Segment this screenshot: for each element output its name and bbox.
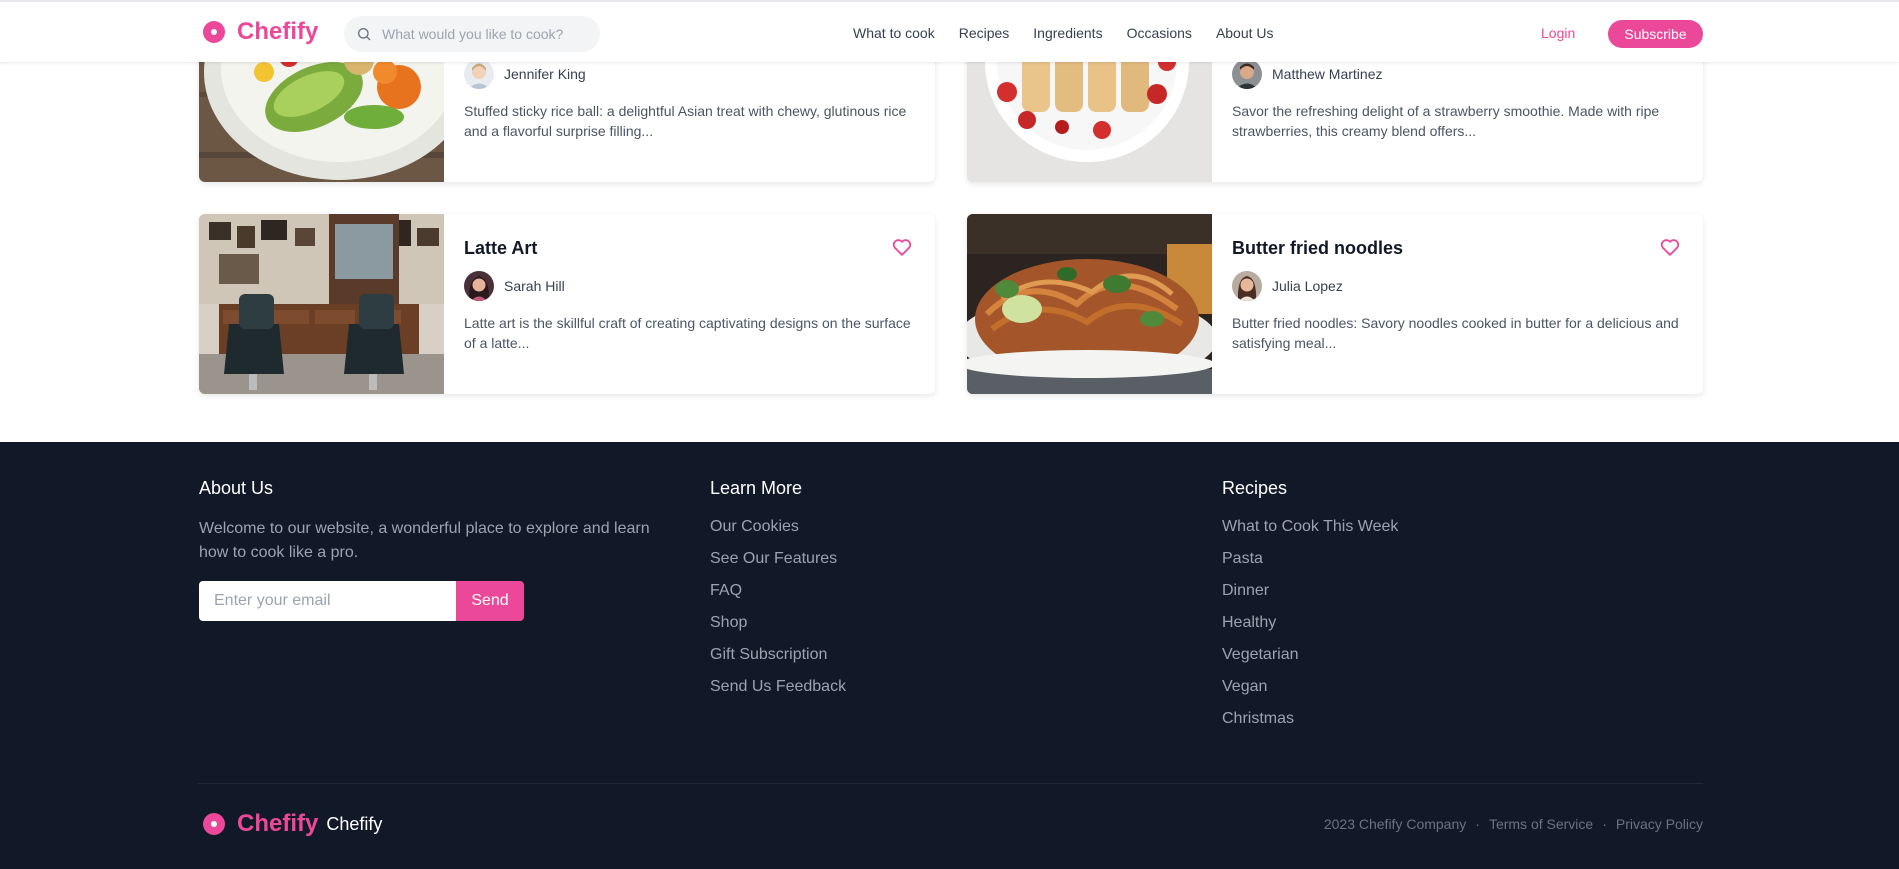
footer-link[interactable]: Healthy bbox=[1222, 613, 1398, 632]
card-title[interactable]: Latte Art bbox=[464, 238, 915, 259]
avatar bbox=[464, 59, 494, 89]
learn-more-links: Our Cookies See Our Features FAQ Shop Gi… bbox=[710, 517, 846, 696]
author: Matthew Martinez bbox=[1232, 59, 1683, 89]
author: Julia Lopez bbox=[1232, 271, 1683, 301]
author: Sarah Hill bbox=[464, 271, 915, 301]
author-name[interactable]: Jennifer King bbox=[504, 66, 586, 82]
footer-link[interactable]: Dinner bbox=[1222, 581, 1398, 600]
privacy-link[interactable]: Privacy Policy bbox=[1616, 816, 1703, 832]
newsletter-form: Send bbox=[199, 581, 659, 621]
card-description: Latte art is the skillful craft of creat… bbox=[464, 315, 911, 351]
avatar bbox=[1232, 59, 1262, 89]
footer-recipes: Recipes What to Cook This Week Pasta Din… bbox=[1222, 478, 1398, 741]
send-button[interactable]: Send bbox=[456, 581, 524, 621]
barbershop-image bbox=[199, 214, 444, 394]
footer-legal: 2023 Chefify Company · Terms of Service … bbox=[1324, 816, 1703, 832]
avatar bbox=[464, 271, 494, 301]
footer-recipes-title: Recipes bbox=[1222, 478, 1288, 498]
recipe-card[interactable]: Butter fried noodles Julia Lopez Butter … bbox=[967, 214, 1703, 394]
author: Jennifer King bbox=[464, 59, 915, 89]
footer: About Us Welcome to our website, a wonde… bbox=[0, 442, 1899, 869]
logo-icon bbox=[203, 21, 225, 43]
footer-link[interactable]: Christmas bbox=[1222, 709, 1398, 728]
footer-divider bbox=[198, 783, 1703, 784]
footer-link[interactable]: What to Cook This Week bbox=[1222, 517, 1398, 536]
footer-link[interactable]: Our Cookies bbox=[710, 517, 846, 536]
heart-icon[interactable] bbox=[891, 236, 913, 258]
card-description: Savor the refreshing delight of a strawb… bbox=[1232, 103, 1660, 139]
footer-brand-sub: Chefify bbox=[326, 813, 383, 834]
subscribe-button[interactable]: Subscribe bbox=[1608, 20, 1703, 48]
footer-link[interactable]: FAQ bbox=[710, 581, 846, 600]
footer-logo[interactable]: Chefify Chefify bbox=[203, 810, 382, 838]
card-description: Butter fried noodles: Savory noodles coo… bbox=[1232, 315, 1679, 351]
card-body: Butter fried noodles Julia Lopez Butter … bbox=[1212, 214, 1703, 394]
main-nav: What to cook Recipes Ingredients Occasio… bbox=[853, 25, 1298, 41]
nav-about-us[interactable]: About Us bbox=[1216, 25, 1274, 41]
nav-what-to-cook[interactable]: What to cook bbox=[853, 25, 935, 41]
logo-text: Chefify bbox=[237, 18, 319, 45]
separator: · bbox=[1602, 816, 1607, 832]
login-link[interactable]: Login bbox=[1541, 25, 1575, 41]
noodles-image bbox=[967, 214, 1217, 394]
author-name[interactable]: Matthew Martinez bbox=[1272, 66, 1382, 82]
nav-recipes[interactable]: Recipes bbox=[959, 25, 1010, 41]
footer-link[interactable]: Shop bbox=[710, 613, 846, 632]
avatar bbox=[1232, 271, 1262, 301]
recipe-card[interactable]: Latte Art Sarah Hill Latte art is the sk… bbox=[199, 214, 935, 394]
footer-logo-text: Chefify bbox=[237, 810, 319, 837]
card-title[interactable]: Butter fried noodles bbox=[1232, 238, 1683, 259]
terms-link[interactable]: Terms of Service bbox=[1489, 816, 1593, 832]
nav-ingredients[interactable]: Ingredients bbox=[1033, 25, 1102, 41]
logo-icon bbox=[203, 813, 225, 835]
logo[interactable]: Chefify bbox=[203, 18, 318, 46]
email-field[interactable] bbox=[199, 581, 456, 621]
footer-learn-more: Learn More Our Cookies See Our Features … bbox=[710, 478, 846, 709]
top-navbar: Chefify What to cook Recipes Ingredients… bbox=[0, 0, 1899, 62]
separator: · bbox=[1475, 816, 1480, 832]
search-icon bbox=[358, 28, 371, 41]
author-name[interactable]: Sarah Hill bbox=[504, 278, 565, 294]
card-body: Latte Art Sarah Hill Latte art is the sk… bbox=[444, 214, 935, 394]
footer-link[interactable]: Vegetarian bbox=[1222, 645, 1398, 664]
footer-learn-more-title: Learn More bbox=[710, 478, 803, 498]
nav-occasions[interactable]: Occasions bbox=[1127, 25, 1192, 41]
footer-about-title: About Us bbox=[199, 478, 274, 498]
footer-about-text: Welcome to our website, a wonderful plac… bbox=[199, 520, 650, 561]
search-input[interactable] bbox=[382, 26, 582, 42]
footer-about: About Us Welcome to our website, a wonde… bbox=[199, 478, 659, 621]
footer-link[interactable]: Send Us Feedback bbox=[710, 677, 846, 696]
heart-icon[interactable] bbox=[1659, 236, 1681, 258]
recipes-links: What to Cook This Week Pasta Dinner Heal… bbox=[1222, 517, 1398, 728]
footer-link[interactable]: Vegan bbox=[1222, 677, 1398, 696]
footer-link[interactable]: Gift Subscription bbox=[710, 645, 846, 664]
card-description: Stuffed sticky rice ball: a delightful A… bbox=[464, 103, 907, 139]
footer-link[interactable]: See Our Features bbox=[710, 549, 846, 568]
copyright: 2023 Chefify Company bbox=[1323, 816, 1467, 832]
footer-link[interactable]: Pasta bbox=[1222, 549, 1398, 568]
search-bar[interactable] bbox=[344, 16, 600, 52]
author-name[interactable]: Julia Lopez bbox=[1272, 278, 1343, 294]
